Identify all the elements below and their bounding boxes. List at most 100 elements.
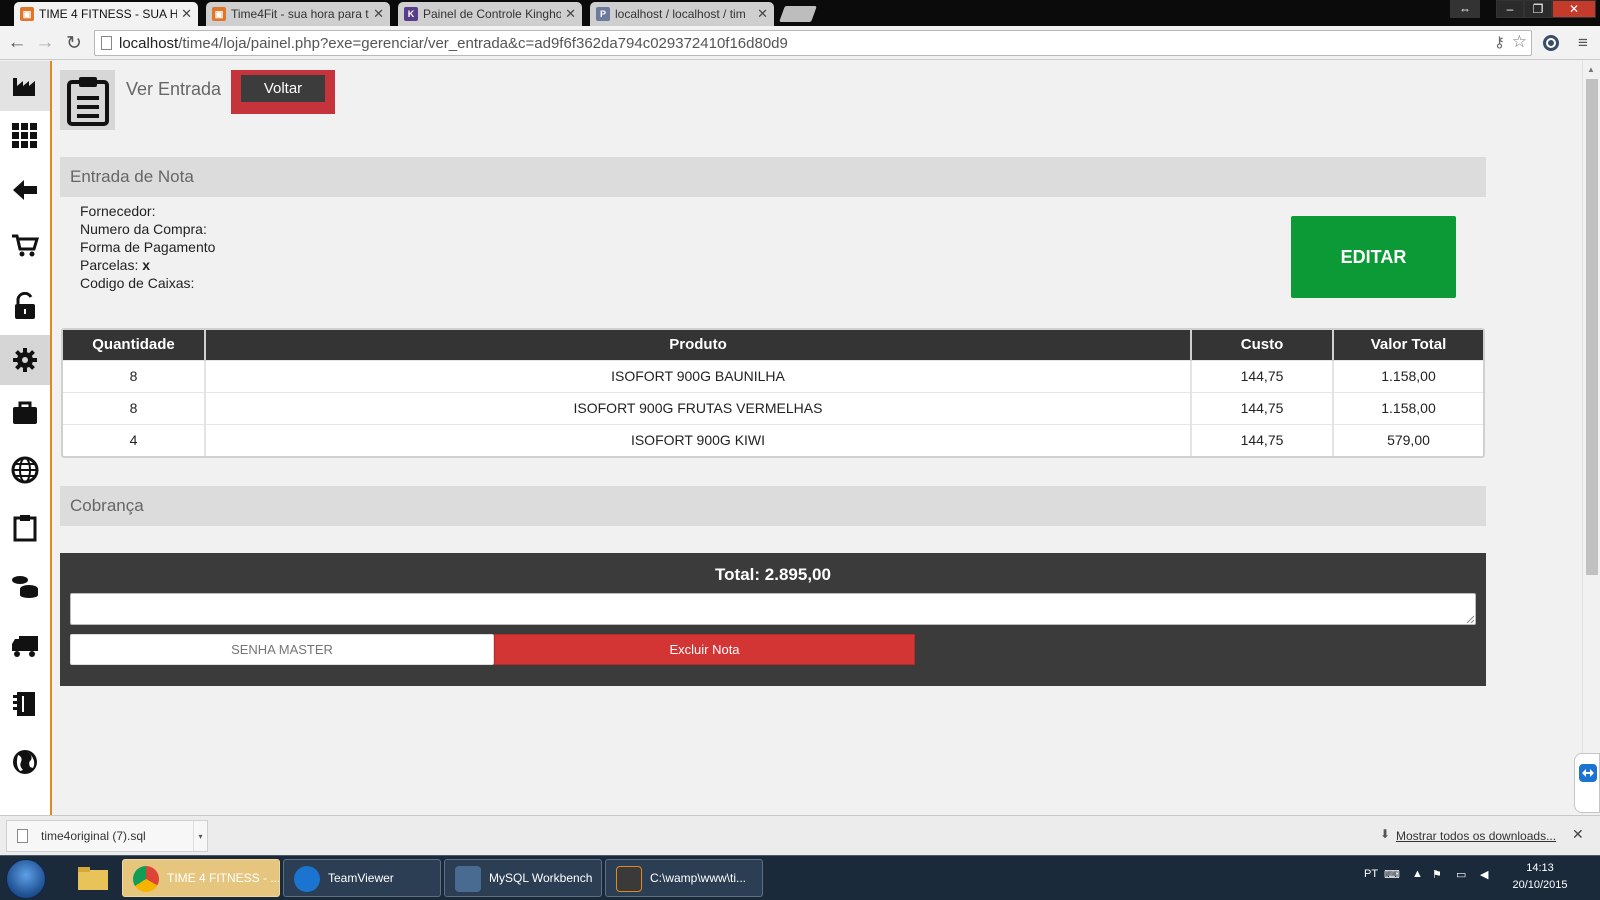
mysql-workbench-task[interactable]: MySQL Workbench <box>444 859 602 897</box>
total-amount: Total: 2.895,00 <box>715 565 831 584</box>
sidebar-item-globe[interactable] <box>0 445 50 495</box>
start-button-icon[interactable] <box>6 859 46 899</box>
browser-tab-1[interactable]: ▣ TIME 4 FITNESS - SUA HO ✕ <box>14 2 198 26</box>
new-tab-button[interactable] <box>779 6 817 22</box>
close-download-shelf-icon[interactable]: ✕ <box>1572 826 1584 843</box>
sidebar-item-unlock[interactable] <box>0 281 50 331</box>
sidebar-item-earth[interactable] <box>0 737 50 787</box>
col-total-header: Valor Total <box>1333 330 1483 360</box>
sidebar-item-cart[interactable] <box>0 221 50 271</box>
sidebar-item-settings[interactable] <box>0 335 50 385</box>
sidebar-item-grid[interactable] <box>0 111 50 161</box>
sidebar-item-factory[interactable] <box>0 61 50 111</box>
action-center-flag-icon[interactable]: ⚑ <box>1432 868 1442 881</box>
keyboard-icon[interactable]: ⌨ <box>1384 868 1400 881</box>
factory-icon <box>13 78 35 96</box>
download-item[interactable]: time4original (7).sql ▾ <box>6 820 208 852</box>
sidebar-item-book[interactable] <box>0 679 50 729</box>
page-content: Ver Entrada Voltar Entrada de Nota Forne… <box>0 61 1600 815</box>
sublime-task[interactable]: C:\wamp\www\ti... <box>605 859 763 897</box>
page-icon <box>101 36 112 50</box>
master-password-input[interactable] <box>70 634 494 665</box>
reload-icon[interactable]: ↻ <box>63 32 85 54</box>
page-header-icon <box>60 70 115 130</box>
delete-note-button[interactable]: Excluir Nota <box>494 634 915 665</box>
page-scrollbar[interactable]: ▲ ▼ <box>1582 61 1600 815</box>
teamviewer-task[interactable]: TeamViewer <box>283 859 441 897</box>
show-all-downloads-link[interactable]: Mostrar todos os downloads... <box>1396 829 1556 843</box>
notes-textarea[interactable] <box>70 593 1476 625</box>
explorer-task[interactable] <box>70 859 116 897</box>
scroll-up-icon[interactable]: ▲ <box>1587 65 1595 74</box>
total-cell: 1.158,00 <box>1333 391 1483 424</box>
globe-icon <box>11 456 39 484</box>
close-tab-icon[interactable]: ✕ <box>373 6 384 22</box>
teamviewer-side-tab[interactable] <box>1574 753 1600 813</box>
product-cell: ISOFORT 900G BAUNILHA <box>205 359 1192 392</box>
cost-cell: 144,75 <box>1191 391 1334 424</box>
cart-icon <box>12 234 39 257</box>
close-window-icon[interactable]: ✕ <box>1552 0 1596 18</box>
download-shelf: time4original (7).sql ▾ ⬇ Mostrar todos … <box>0 815 1600 855</box>
product-cell: ISOFORT 900G KIWI <box>205 423 1192 456</box>
browser-tab-2[interactable]: ▣ Time4Fit - sua hora para t ✕ <box>206 2 390 26</box>
minimize-window-icon[interactable]: – <box>1496 0 1524 18</box>
phpmyadmin-favicon-icon: P <box>596 7 610 21</box>
sidebar-item-coins[interactable] <box>0 561 50 611</box>
scroll-thumb[interactable] <box>1586 79 1598 575</box>
gear-icon <box>13 348 37 372</box>
back-button[interactable]: Voltar <box>241 75 325 102</box>
quantity-cell: 8 <box>63 391 206 424</box>
address-bar[interactable]: localhost/time4/loja/painel.php?exe=gere… <box>94 30 1532 56</box>
sidebar-item-back[interactable] <box>0 165 50 215</box>
billing-section-header: Cobrança <box>60 486 1486 526</box>
close-tab-icon[interactable]: ✕ <box>565 6 576 22</box>
site-favicon-icon: ▣ <box>20 7 34 21</box>
clock-time: 14:13 <box>1526 862 1554 874</box>
browser-tab-4[interactable]: P localhost / localhost / tim ✕ <box>590 2 774 26</box>
entrada-info: Fornecedor: Numero da Compra: Forma de P… <box>80 202 215 292</box>
browser-tab-3[interactable]: K Painel de Controle Kingho ✕ <box>398 2 582 26</box>
task-label: TIME 4 FITNESS - ... <box>167 871 280 885</box>
language-indicator[interactable]: PT <box>1364 868 1378 880</box>
system-clock[interactable]: 14:13 20/10/2015 <box>1500 860 1580 894</box>
file-icon <box>17 829 28 843</box>
tab-title: TIME 4 FITNESS - SUA HO <box>39 7 178 21</box>
menu-icon[interactable]: ≡ <box>1572 32 1594 54</box>
total-cell: 1.158,00 <box>1333 359 1483 392</box>
back-button-frame: Voltar <box>231 70 335 114</box>
taskbar: TIME 4 FITNESS - ... TeamViewer MySQL Wo… <box>0 855 1600 900</box>
close-tab-icon[interactable]: ✕ <box>181 6 192 22</box>
back-icon[interactable]: ← <box>6 32 28 54</box>
clock-date: 20/10/2015 <box>1512 879 1568 891</box>
bookmark-star-icon[interactable]: ☆ <box>1512 32 1527 52</box>
sidebar-item-delivery[interactable] <box>0 621 50 671</box>
tray-expand-icon[interactable]: ▲ <box>1412 868 1423 880</box>
forward-icon[interactable]: → <box>34 32 56 54</box>
tab-title: Time4Fit - sua hora para t <box>231 7 369 21</box>
col-quantity-header: Quantidade <box>63 330 206 360</box>
entrada-section-header: Entrada de Nota <box>60 157 1486 197</box>
user-profile-icon[interactable]: ⇔ <box>1450 0 1480 18</box>
close-tab-icon[interactable]: ✕ <box>757 6 768 22</box>
box-code-label: Codigo de Caixas: <box>80 275 195 291</box>
extension-icon[interactable] <box>1540 32 1562 54</box>
volume-icon[interactable]: ◀ <box>1480 868 1488 881</box>
tab-title: localhost / localhost / tim <box>615 7 746 21</box>
chrome-task[interactable]: TIME 4 FITNESS - ... <box>122 859 280 897</box>
sidebar-item-briefcase[interactable] <box>0 387 50 437</box>
col-product-header: Produto <box>205 330 1192 360</box>
browser-tabbar: ▣ TIME 4 FITNESS - SUA HO ✕ ▣ Time4Fit -… <box>0 0 1600 26</box>
sidebar <box>0 61 52 815</box>
network-icon[interactable]: ▭ <box>1456 868 1466 881</box>
key-icon[interactable]: ⚷ <box>1494 33 1505 51</box>
mysql-workbench-icon <box>455 866 481 892</box>
task-label: C:\wamp\www\ti... <box>650 871 747 885</box>
maximize-window-icon[interactable]: ❐ <box>1524 0 1552 18</box>
resize-handle-icon[interactable] <box>1466 615 1474 623</box>
teamviewer-icon <box>1579 764 1597 782</box>
sidebar-item-clipboard[interactable] <box>0 503 50 553</box>
installments-value: x <box>142 257 151 273</box>
edit-button[interactable]: EDITAR <box>1291 216 1456 298</box>
download-menu-chevron-icon[interactable]: ▾ <box>193 821 207 851</box>
